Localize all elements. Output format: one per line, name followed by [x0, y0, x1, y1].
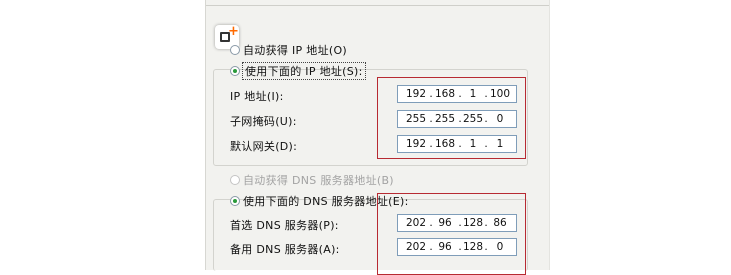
ip-manual-radio[interactable]: [230, 66, 240, 76]
ip-auto-radio[interactable]: [230, 45, 240, 55]
dns-auto-label: 自动获得 DNS 服务器地址(B): [243, 174, 394, 187]
ip-auto-label: 自动获得 IP 地址(O): [243, 44, 348, 57]
tcpip-properties-panel: + 自动获得 IP 地址(O) 使用下面的 IP 地址(S): IP 地址(I)…: [205, 0, 550, 275]
ip-address-label: IP 地址(I):: [230, 90, 284, 103]
panel-divider: [206, 5, 549, 6]
subnet-mask-label: 子网掩码(U):: [230, 115, 297, 128]
alternate-dns-label: 备用 DNS 服务器(A):: [230, 243, 340, 256]
ip-auto-option[interactable]: 自动获得 IP 地址(O): [230, 42, 347, 58]
ip-highlight-box: [377, 77, 526, 159]
preferred-dns-label: 首选 DNS 服务器(P):: [230, 219, 339, 232]
dns-manual-radio[interactable]: [230, 196, 240, 206]
ip-manual-label: 使用下面的 IP 地址(S):: [242, 62, 366, 80]
dns-auto-option[interactable]: 自动获得 DNS 服务器地址(B): [230, 172, 394, 188]
dns-highlight-box: [377, 193, 526, 275]
default-gateway-label: 默认网关(D):: [230, 140, 298, 153]
ip-manual-option[interactable]: 使用下面的 IP 地址(S):: [230, 62, 366, 80]
dns-auto-radio[interactable]: [230, 175, 240, 185]
